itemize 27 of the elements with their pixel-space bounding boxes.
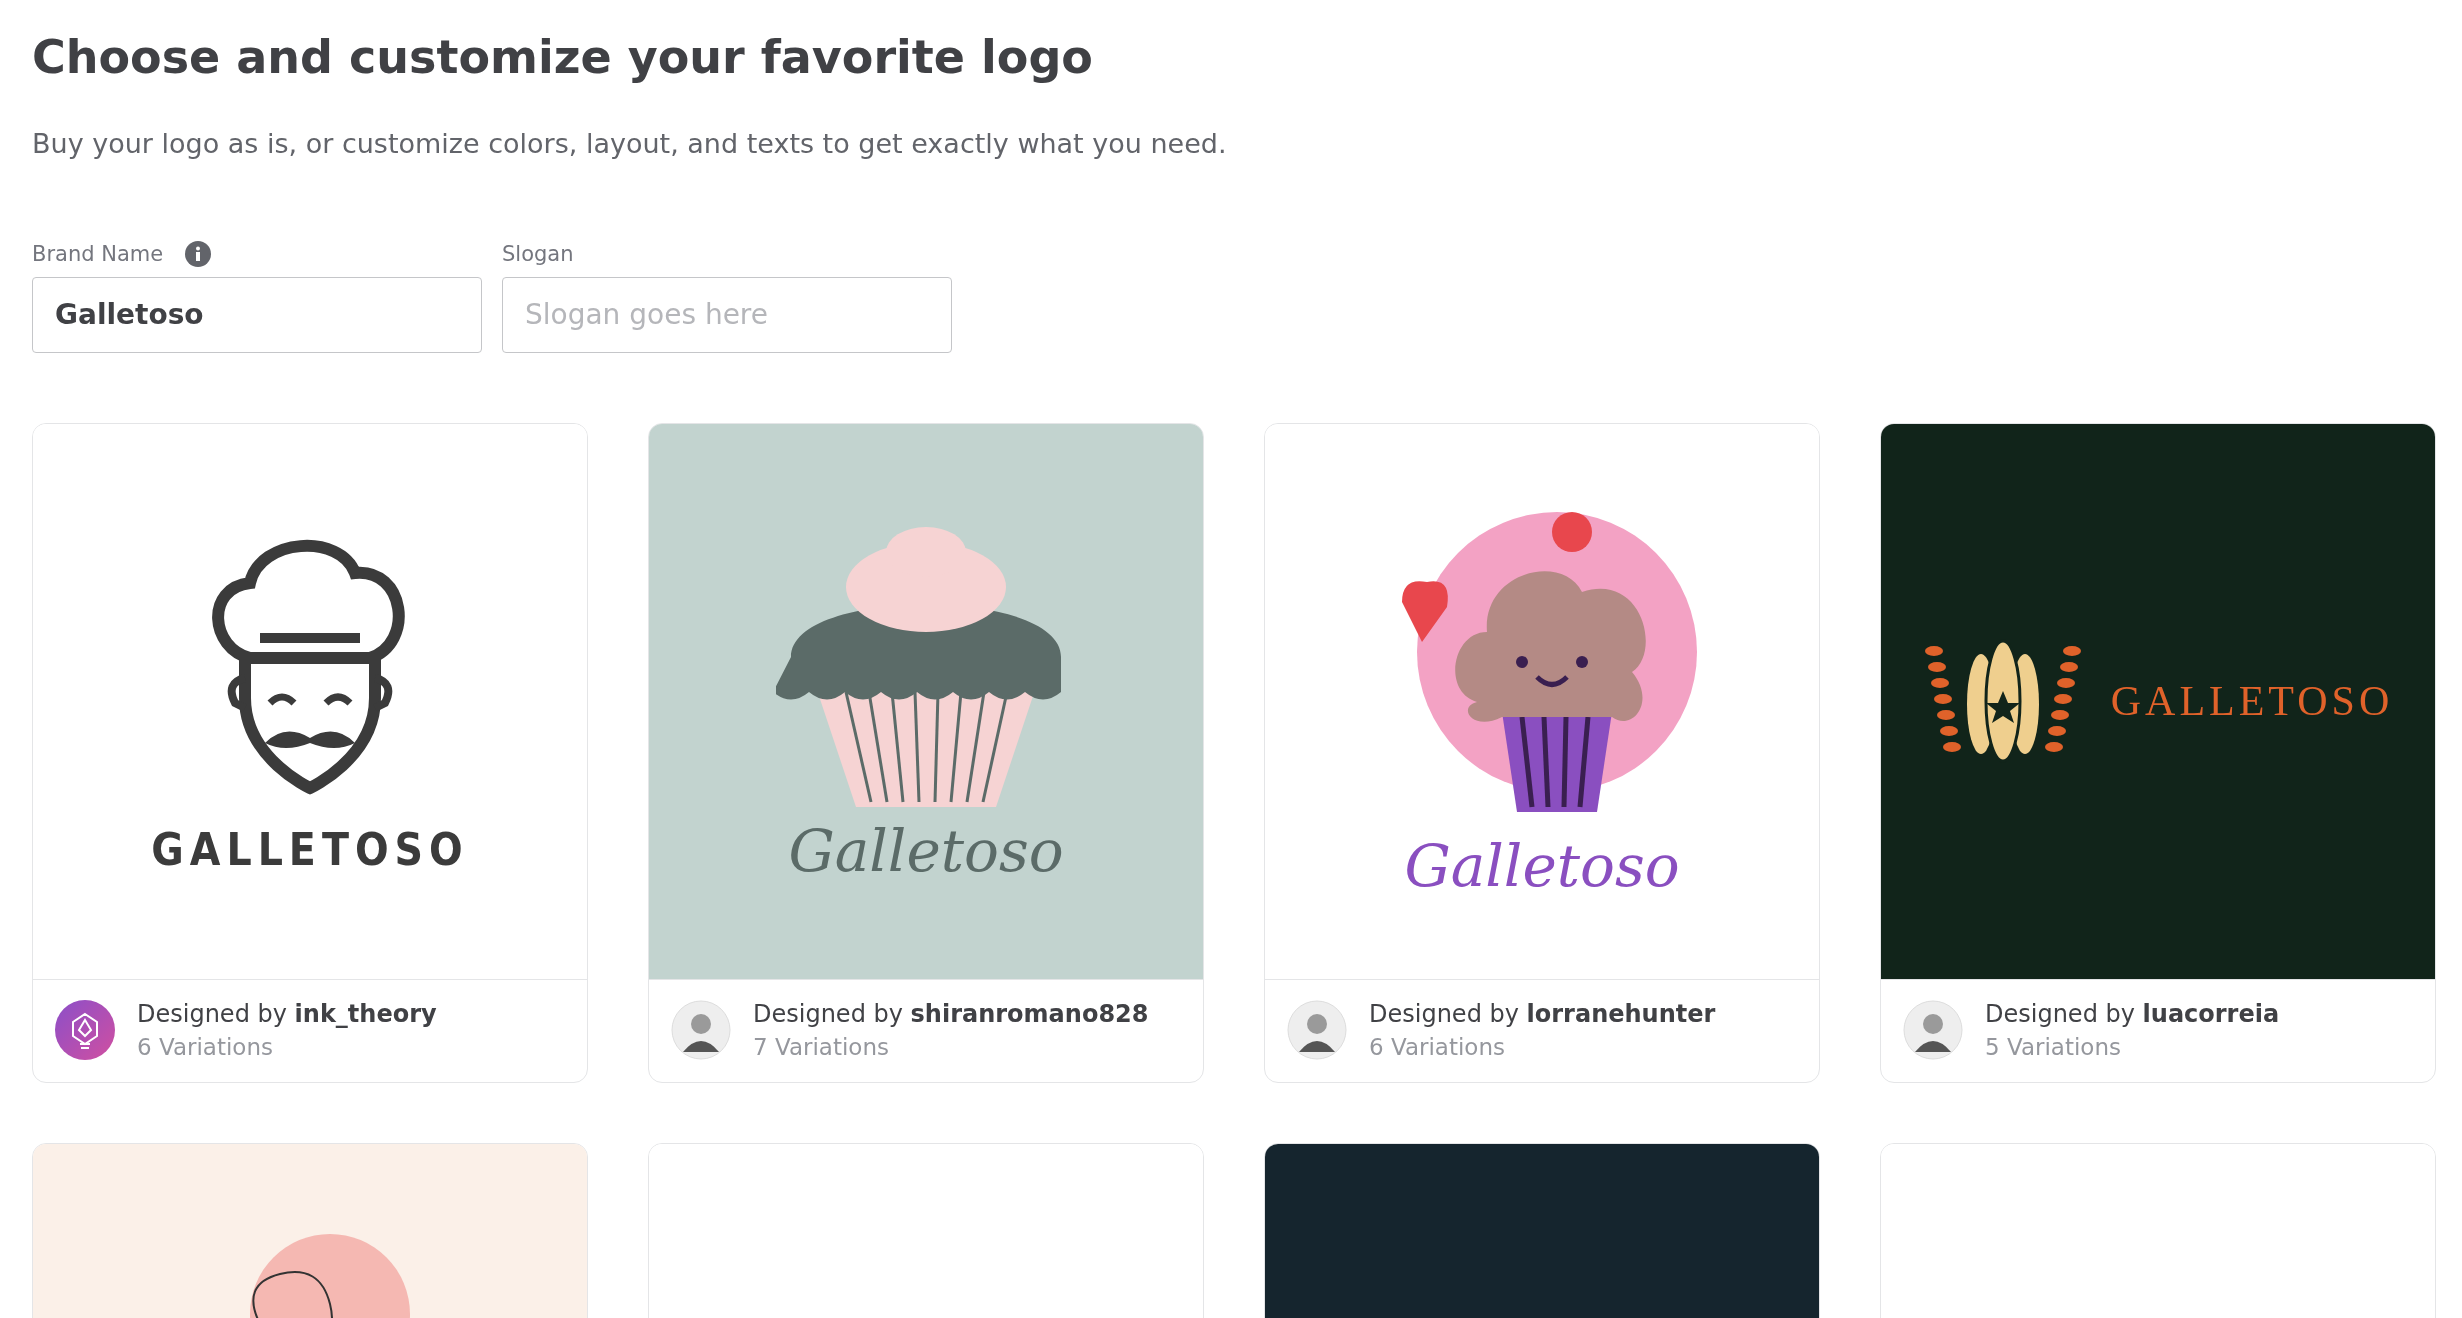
logo-card[interactable]: GALLETOSO Designed by ink_theory 6 Variations — [32, 422, 588, 1083]
page-subtitle: Buy your logo as is, or customize colors, layout, and texts to get exactly what you need. — [32, 127, 1228, 159]
page-title: Choose and customize your favorite logo — [32, 29, 1094, 86]
text-input-field[interactable]: Galletoso — [32, 276, 482, 353]
field-label: Brand Name — [32, 241, 164, 266]
logo-card[interactable]: Galletoso Designed by lorranehunter 6 Variations — [1264, 422, 1820, 1083]
field-label: Slogan — [502, 241, 574, 266]
designer-credit: Designed by luacorreia — [1985, 999, 2280, 1028]
info-icon[interactable] — [185, 240, 212, 267]
designer-avatar — [671, 999, 731, 1060]
designer-credit: Designed by shiranromano828 — [753, 999, 1149, 1028]
variations-count: 7 Variations — [753, 1033, 890, 1060]
designer-avatar — [55, 999, 115, 1060]
logo-card[interactable]: GALLETOSO Designed by luacorreia 5 Variations — [1880, 422, 2436, 1083]
designer-credit: Designed by lorranehunter — [1369, 999, 1716, 1028]
designer-credit: Designed by ink_theory — [137, 999, 437, 1028]
designer-avatar — [1287, 999, 1347, 1060]
variations-count: 6 Variations — [137, 1033, 274, 1060]
text-input-field[interactable]: Slogan goes here — [502, 276, 952, 353]
variations-count: 6 Variations — [1369, 1033, 1506, 1060]
designer-avatar — [1903, 999, 1963, 1060]
logo-card[interactable]: Galletoso Designed by shiranromano828 7 Variations — [648, 422, 1204, 1083]
variations-count: 5 Variations — [1985, 1033, 2122, 1060]
logo-text: Galletoso — [1404, 832, 1680, 901]
logo-text: Galletoso — [788, 817, 1064, 886]
logo-text: GALLETOSO — [2110, 677, 2394, 726]
logo-text: GALLETOSO — [151, 823, 469, 875]
